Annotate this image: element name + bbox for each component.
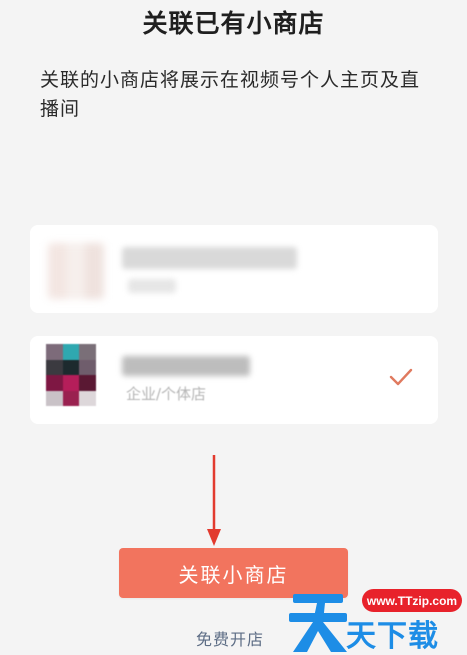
shop-avatar	[46, 344, 96, 406]
shop-type: 企业/个体店	[126, 385, 207, 403]
shop-avatar	[48, 243, 104, 299]
page-description: 关联的小商店将展示在视频号个人主页及直播间	[40, 69, 421, 120]
shop-option-2[interactable]: 企业/个体店	[30, 336, 438, 424]
watermark-text: 天下载	[346, 619, 439, 654]
shop-name-redacted	[122, 247, 297, 269]
check-icon	[389, 368, 413, 386]
shop-option-1[interactable]	[30, 225, 438, 313]
arrow-down-icon	[207, 455, 221, 546]
free-open-shop-link[interactable]: 免费开店	[196, 626, 264, 650]
shop-type-redacted	[128, 279, 176, 293]
shop-name-redacted	[122, 356, 250, 376]
page-title: 关联已有小商店	[142, 9, 325, 38]
watermark-url: www.TTzip.com	[362, 589, 462, 612]
